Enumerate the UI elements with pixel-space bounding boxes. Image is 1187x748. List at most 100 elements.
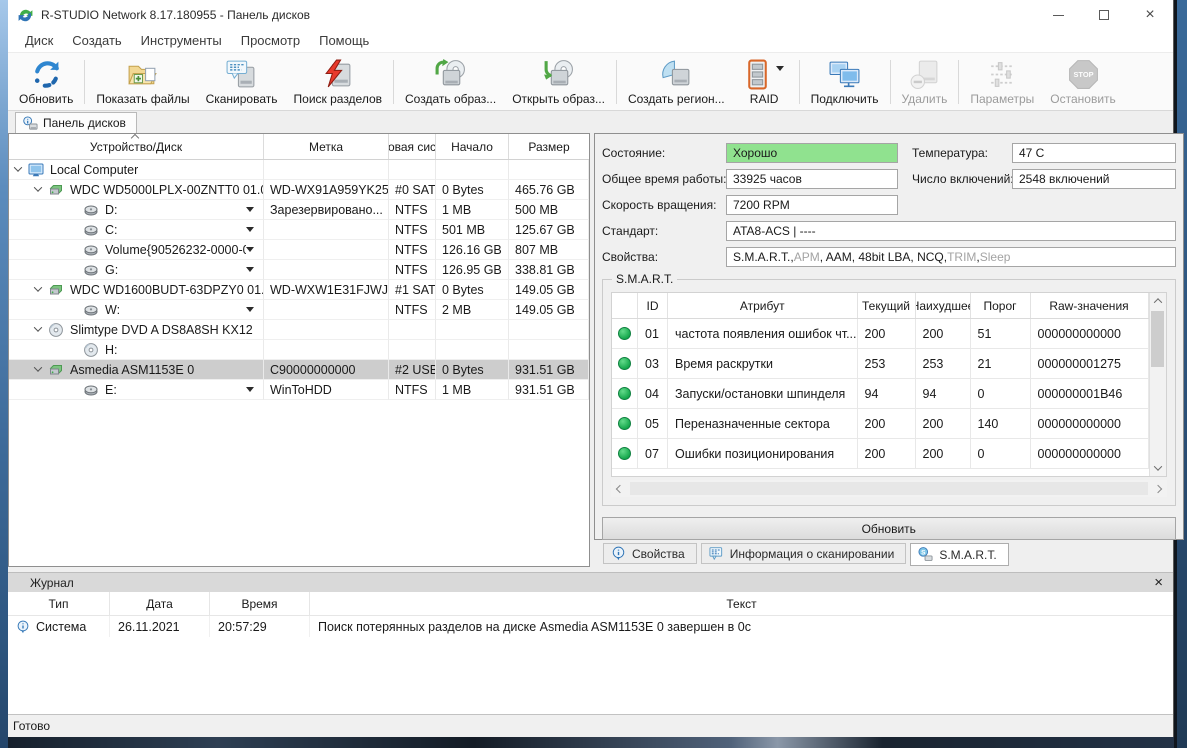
tab-smart[interactable]: S S.M.A.R.T. <box>910 543 1009 566</box>
log-row[interactable]: Система 26.11.2021 20:57:29 Поиск потерянны… <box>8 616 1173 637</box>
smart-column-raw[interactable]: Raw-значения <box>1031 293 1149 318</box>
tab-properties[interactable]: Свойства <box>603 543 697 564</box>
toolbar-raid-button[interactable]: RAID <box>733 55 796 109</box>
smart-refresh-button[interactable]: Обновить <box>602 517 1176 540</box>
column-header-device[interactable]: Устройство/Диск <box>9 134 264 159</box>
toolbar-connect-button[interactable]: Подключить <box>803 55 887 109</box>
minimize-icon <box>1052 14 1064 16</box>
log-column-date[interactable]: Дата <box>110 592 210 615</box>
dropdown-icon[interactable] <box>246 387 254 392</box>
column-header-start[interactable]: Начало <box>436 134 509 159</box>
smart-row[interactable]: 05 Переназначенные сектора 200 200 140 000000… <box>612 409 1149 439</box>
device-row[interactable]: WDC WD1600BUDT-63DPZY0 01.... WD-WXW1E31F… <box>9 280 589 300</box>
device-row[interactable]: Slimtype DVD A DS8A8SH KX12 <box>9 320 589 340</box>
expander-icon[interactable] <box>33 362 43 372</box>
toolbar-show-files-button[interactable]: Показать файлы <box>88 55 197 109</box>
toolbar-scan-button[interactable]: Сканировать <box>198 55 286 109</box>
tab-disk-panel[interactable]: Панель дисков <box>15 112 137 133</box>
smart-row[interactable]: 01 частота появления ошибок чт... 200 200 51… <box>612 319 1149 349</box>
device-label <box>264 160 389 180</box>
status-good-icon <box>618 387 631 400</box>
dropdown-icon[interactable] <box>246 267 254 272</box>
device-row[interactable]: Volume{90526232-0000-000... NTFS126.16 GB… <box>9 240 589 260</box>
scroll-down-icon[interactable] <box>1149 460 1166 476</box>
device-row[interactable]: G: NTFS 126.95 GB 338.81 GB <box>9 260 589 280</box>
toolbar-open-image-button[interactable]: Открыть образ... <box>504 55 613 109</box>
dropdown-icon[interactable] <box>246 307 254 312</box>
toolbar-create-region-button[interactable]: Создать регион... <box>620 55 733 109</box>
toolbar-create-image-button[interactable]: Создать образ... <box>397 55 504 109</box>
device-row[interactable]: Asmedia ASM1153E 0 C90000000000#2 USB ...… <box>9 360 589 380</box>
standard-value: ATA8-ACS | ---- <box>726 221 1176 241</box>
chevron-down-icon[interactable] <box>775 65 784 71</box>
toolbar-find-partitions-label: Поиск разделов <box>293 92 383 106</box>
device-name: Volume{90526232-0000-000... <box>105 242 246 257</box>
expander-icon[interactable] <box>33 182 43 192</box>
stop-icon: STOP <box>1067 58 1100 91</box>
column-header-filesystem[interactable]: овая сис <box>389 134 436 159</box>
tab-scan-info[interactable]: Информация о сканировании <box>700 543 907 564</box>
device-start: 0 Bytes <box>436 180 509 200</box>
log-column-time[interactable]: Время <box>210 592 310 615</box>
scroll-left-icon[interactable] <box>611 481 628 497</box>
expander-icon[interactable] <box>33 322 43 332</box>
menu-help[interactable]: Помощь <box>310 31 379 51</box>
smart-row[interactable]: 07 Ошибки позиционирования 200 200 0 00000000… <box>612 439 1149 469</box>
toolbar-separator <box>889 60 891 104</box>
log-column-text[interactable]: Текст <box>310 592 1173 615</box>
dropdown-icon[interactable] <box>246 247 254 252</box>
smart-vertical-scrollbar[interactable] <box>1148 293 1166 476</box>
expander-icon[interactable] <box>33 282 43 292</box>
log-text: Поиск потерянных разделов на диске Asmed… <box>318 619 752 634</box>
device-row[interactable]: E: WinToHDD NTFS 1 MB 931.51 GB <box>9 380 589 400</box>
device-row[interactable]: H: <box>9 340 589 360</box>
log-type: Система <box>36 619 87 634</box>
smart-worst: 200 <box>915 439 971 469</box>
smart-column-worst[interactable]: Наихудшее <box>916 293 971 318</box>
smart-row[interactable]: 03 Время раскрутки 253 253 21 000000001275 <box>612 349 1149 379</box>
smart-current: 94 <box>857 379 916 409</box>
scroll-up-icon[interactable] <box>1149 293 1166 309</box>
scroll-right-icon[interactable] <box>1150 481 1167 497</box>
close-button[interactable]: × <box>1127 0 1173 30</box>
log-column-type[interactable]: Тип <box>8 592 110 615</box>
state-label: Состояние: <box>602 146 666 160</box>
device-size <box>509 340 589 360</box>
smart-row[interactable]: 04 Запуски/остановки шпинделя 94 94 0 0000000… <box>612 379 1149 409</box>
smart-status-cell <box>612 439 638 469</box>
log-close-icon[interactable]: × <box>1154 575 1163 590</box>
dropdown-icon[interactable] <box>246 207 254 212</box>
device-row[interactable]: Local Computer <box>9 160 589 180</box>
smart-column-id[interactable]: ID <box>638 293 668 318</box>
smart-column-attribute[interactable]: Атрибут <box>668 293 858 318</box>
toolbar-delete-label: Удалить <box>901 92 948 106</box>
minimize-button[interactable] <box>1035 0 1081 30</box>
column-header-size[interactable]: Размер <box>509 134 589 159</box>
smart-column-threshold[interactable]: Порог <box>971 293 1031 318</box>
device-label <box>264 260 389 280</box>
device-row[interactable]: D: Зарезервировано... NTFS 1 MB 500 MB <box>9 200 589 220</box>
device-row[interactable]: C: NTFS 501 MB 125.67 GB <box>9 220 589 240</box>
device-row[interactable]: W: NTFS 2 MB 149.05 GB <box>9 300 589 320</box>
menu-create[interactable]: Создать <box>63 31 131 51</box>
hdd-icon <box>48 182 64 198</box>
device-cell: H: <box>9 340 264 360</box>
device-row[interactable]: WDC WD5000LPLX-00ZNTT0 01.0... WD-WX91A95… <box>9 180 589 200</box>
scrollbar-thumb[interactable] <box>1151 311 1164 367</box>
toolbar-find-partitions-button[interactable]: Поиск разделов <box>286 55 391 109</box>
maximize-button[interactable] <box>1081 0 1127 30</box>
menu-disk[interactable]: Диск <box>16 31 63 51</box>
smart-worst: 253 <box>915 349 971 379</box>
smart-horizontal-scrollbar[interactable] <box>611 480 1167 497</box>
menu-tools[interactable]: Инструменты <box>132 31 232 51</box>
expander-icon[interactable] <box>13 162 23 172</box>
device-filesystem: #0 SAT... <box>389 180 436 200</box>
smart-column-status[interactable] <box>612 293 638 318</box>
toolbar-refresh-button[interactable]: Обновить <box>11 55 81 109</box>
column-header-label[interactable]: Метка <box>264 134 389 159</box>
scrollbar-track[interactable] <box>630 482 1148 495</box>
dropdown-icon[interactable] <box>246 227 254 232</box>
smart-column-current[interactable]: Текущий <box>858 293 916 318</box>
create-image-icon <box>434 58 467 91</box>
menu-view[interactable]: Просмотр <box>232 31 310 51</box>
